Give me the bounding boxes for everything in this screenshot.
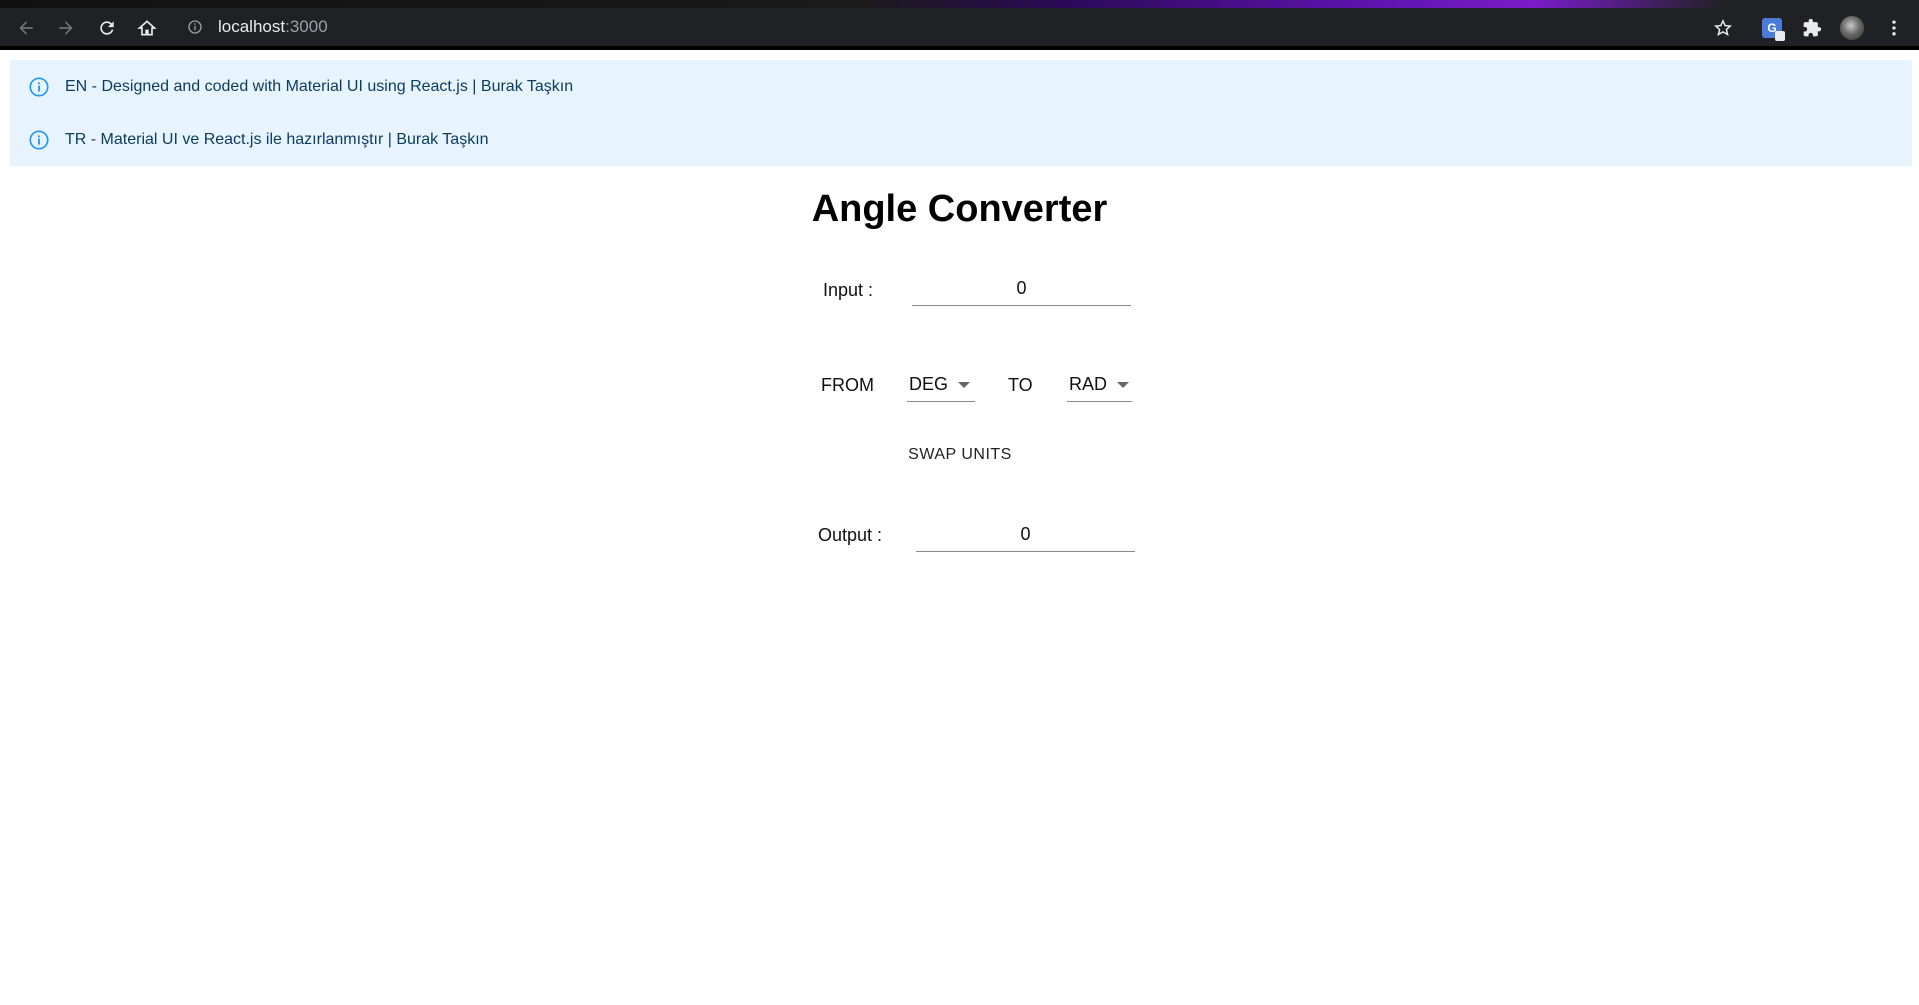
info-icon <box>28 76 50 98</box>
site-info-icon[interactable] <box>186 18 204 36</box>
to-label: TO <box>1008 375 1033 395</box>
from-unit-select[interactable]: DEG <box>907 368 975 402</box>
output-field[interactable] <box>916 518 1135 552</box>
back-icon <box>19 21 33 35</box>
url-text[interactable]: localhost:3000 <box>218 17 328 37</box>
from-label: FROM <box>821 375 874 395</box>
extensions-icon <box>1803 18 1822 37</box>
home-button[interactable] <box>135 16 159 40</box>
to-unit-value: RAD <box>1069 374 1108 394</box>
bookmark-button[interactable] <box>1711 16 1735 40</box>
home-icon <box>137 20 157 36</box>
url-port: :3000 <box>285 17 328 36</box>
alert-en: EN - Designed and coded with Material UI… <box>10 60 1912 113</box>
info-icon <box>28 129 50 151</box>
menu-icon <box>1892 20 1896 36</box>
profile-avatar <box>1840 16 1864 40</box>
profile-button[interactable] <box>1840 16 1864 40</box>
back-button[interactable] <box>14 16 38 40</box>
chevron-down-icon <box>1117 381 1130 388</box>
from-unit-value: DEG <box>909 374 949 394</box>
forward-icon <box>59 21 73 35</box>
extensions-button[interactable] <box>1800 16 1824 40</box>
browser-tab-strip <box>0 0 1919 8</box>
alert-tr-text: TR - Material UI ve React.js ile hazırla… <box>65 130 489 148</box>
input-value[interactable] <box>912 278 1131 299</box>
page-title: Angle Converter <box>811 188 1108 230</box>
toolbar-divider <box>0 46 1919 50</box>
alert-tr: TR - Material UI ve React.js ile hazırla… <box>10 113 1912 166</box>
reload-icon <box>100 21 114 35</box>
address-bar[interactable]: localhost:3000 <box>178 12 1723 42</box>
reload-button[interactable] <box>95 16 119 40</box>
translate-button[interactable]: G <box>1760 16 1785 41</box>
bookmark-star-icon <box>1713 19 1733 37</box>
alert-en-text: EN - Designed and coded with Material UI… <box>65 77 574 95</box>
output-value[interactable] <box>916 524 1135 545</box>
swap-units-button[interactable]: SWAP UNITS <box>900 438 1020 472</box>
info-alerts: EN - Designed and coded with Material UI… <box>10 60 1912 166</box>
to-unit-select[interactable]: RAD <box>1067 368 1132 402</box>
browser-menu-button[interactable] <box>1882 16 1906 40</box>
forward-button[interactable] <box>54 16 78 40</box>
chevron-down-icon <box>958 381 971 388</box>
output-label: Output : <box>818 525 883 545</box>
input-label: Input : <box>823 280 874 300</box>
url-host: localhost <box>218 17 286 36</box>
input-field[interactable] <box>912 272 1131 306</box>
translate-icon: G <box>1762 18 1785 41</box>
browser-toolbar: localhost:3000 G <box>0 8 1919 46</box>
